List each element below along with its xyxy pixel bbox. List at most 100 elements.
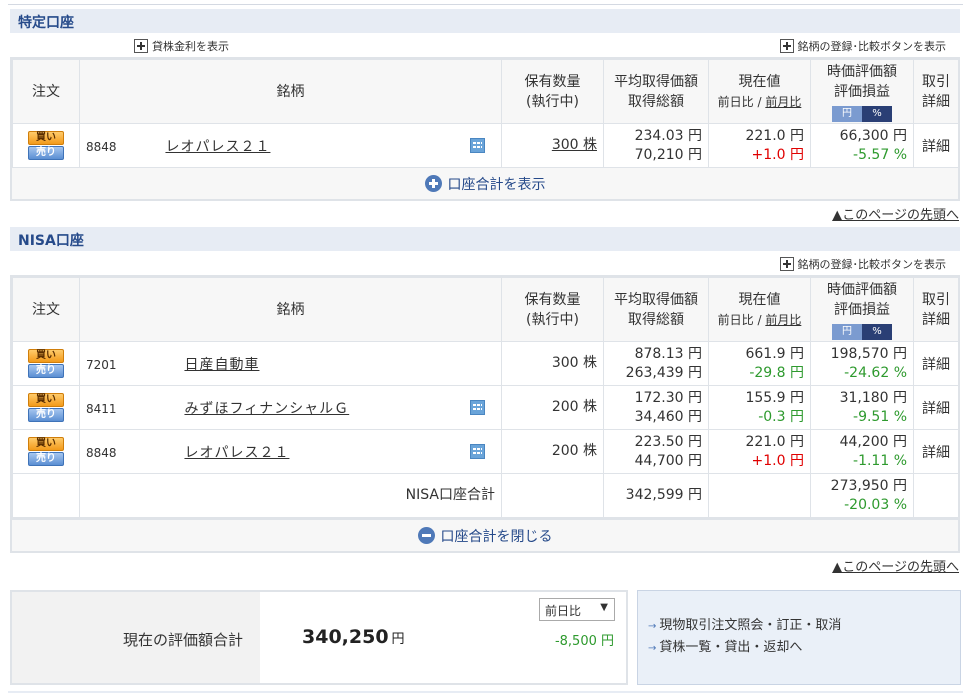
unit-percent-button[interactable]: % — [862, 105, 892, 122]
detail-link[interactable]: 詳細 — [922, 445, 950, 461]
total-label: NISA口座合計 — [79, 473, 502, 518]
total-cost: 70,210 円 — [634, 146, 702, 163]
price-change: +1.0 円 — [751, 146, 804, 163]
col-qty-sub: (執行中) — [526, 311, 579, 328]
nisa-register-toggle[interactable]: 銘柄の登録･比較ボタンを表示 — [779, 256, 946, 272]
name-cell: 8848 レオパレス２１ — [79, 429, 502, 474]
sell-button[interactable]: 売り — [28, 452, 64, 466]
comparison-select-value: 前日比 — [545, 604, 582, 618]
col-price: 現在値 前日比 / 前月比 — [708, 277, 811, 342]
buy-button[interactable]: 買い — [28, 131, 64, 145]
sort-day-change: 前日比 — [717, 312, 754, 327]
stock-name-link[interactable]: みずほフィナンシャルＧ — [184, 401, 349, 417]
calendar-icon[interactable] — [470, 443, 485, 459]
arrow-right-icon: → — [648, 643, 657, 654]
detail-link[interactable]: 詳細 — [922, 401, 950, 417]
detail-cell: 詳細 — [913, 341, 959, 386]
avg-price: 172.30 円 — [634, 389, 702, 406]
hide-account-total-button[interactable]: 口座合計を閉じる — [10, 520, 960, 553]
avg-price: 234.03 円 — [634, 127, 702, 144]
total-market-value: 273,950 円 — [830, 477, 907, 494]
lending-rate-toggle[interactable]: 貸株金利を表示 — [134, 38, 229, 54]
stock-name-link[interactable]: レオパレス２１ — [165, 139, 270, 155]
stock-code: 8411 — [86, 401, 117, 416]
unit-yen-button[interactable]: 円 — [832, 323, 862, 340]
sort-month-change-link[interactable]: 前月比 — [765, 95, 801, 109]
sort-month-change-link[interactable]: 前月比 — [765, 313, 801, 327]
current-price: 155.9 円 — [745, 389, 804, 406]
stock-name-link[interactable]: 日産自動車 — [184, 357, 259, 373]
empty-cell — [708, 473, 811, 518]
sell-button[interactable]: 売り — [28, 364, 64, 378]
unit-percent-button[interactable]: % — [862, 323, 892, 340]
page-top-link[interactable]: ▲このページの先頭へ — [832, 204, 959, 223]
col-name: 銘柄 — [79, 59, 502, 124]
tokutei-register-toggle[interactable]: 銘柄の登録･比較ボタンを表示 — [779, 38, 946, 54]
sell-button[interactable]: 売り — [28, 408, 64, 422]
calendar-icon[interactable] — [470, 399, 485, 415]
total-cost: 44,700 円 — [634, 452, 702, 469]
sell-button[interactable]: 売り — [28, 146, 64, 160]
buy-button[interactable]: 買い — [28, 349, 64, 363]
top-rule — [8, 4, 963, 5]
value-cell: 31,180 円 -9.51 % — [810, 385, 914, 430]
col-pl-label: 評価損益 — [834, 301, 890, 318]
value-cell: 198,570 円 -24.62 % — [810, 341, 914, 386]
buy-button[interactable]: 買い — [28, 437, 64, 451]
col-avg-sub: 取得総額 — [628, 93, 684, 110]
separator: / — [753, 312, 766, 327]
comparison-select[interactable]: 前日比 ▼ — [539, 598, 615, 621]
detail-cell: 詳細 — [913, 429, 959, 474]
price-cell: 155.9 円 -0.3 円 — [708, 385, 811, 430]
qty-cell: 200 株 — [501, 429, 604, 474]
col-detail: 取引 詳細 — [913, 59, 959, 124]
table-row: 買い 売り 8848 レオパレス２１ 300 株 234.03 円 70,210… — [12, 123, 959, 168]
show-account-total-button[interactable]: 口座合計を表示 — [10, 168, 960, 201]
order-inquiry-link[interactable]: → 現物取引注文照会・訂正・取消 — [648, 615, 960, 637]
current-price: 661.9 円 — [745, 345, 804, 362]
nisa-section-title: NISA口座 — [10, 227, 960, 251]
detail-link[interactable]: 詳細 — [922, 357, 950, 373]
stock-lending-link[interactable]: → 貸株一覧・貸出・返却へ — [648, 637, 960, 659]
qty-link[interactable]: 300 株 — [552, 137, 597, 153]
stock-code: 8848 — [86, 445, 117, 460]
avg-cell: 223.50 円 44,700 円 — [603, 429, 709, 474]
stock-code: 7201 — [86, 357, 117, 372]
lending-rate-toggle-label: 貸株金利を表示 — [152, 40, 229, 53]
total-cost: 263,439 円 — [625, 364, 702, 381]
yen-unit: 円 — [391, 632, 405, 647]
show-account-total-label: 口座合計を表示 — [447, 176, 546, 193]
hide-account-total-label: 口座合計を閉じる — [440, 528, 553, 545]
col-detail-label: 取引 — [922, 291, 950, 308]
stock-name-link[interactable]: レオパレス２１ — [184, 445, 289, 461]
qty-cell: 300 株 — [501, 123, 604, 168]
market-value: 44,200 円 — [839, 433, 907, 450]
col-avg: 平均取得価額 取得総額 — [603, 59, 709, 124]
unit-toggle: 円% — [832, 323, 892, 340]
profit-loss: -9.51 % — [853, 408, 907, 425]
qty-cell: 300 株 — [501, 341, 604, 386]
profit-loss: -24.62 % — [844, 364, 907, 381]
market-value: 198,570 円 — [830, 345, 907, 362]
total-valuation-body: 340,250 円 前日比 ▼ -8,500 円 — [260, 592, 626, 683]
market-value: 31,180 円 — [839, 389, 907, 406]
empty-cell — [501, 473, 604, 518]
unit-yen-button[interactable]: 円 — [832, 105, 862, 122]
detail-link[interactable]: 詳細 — [922, 139, 950, 155]
order-inquiry-label: 現物取引注文照会・訂正・取消 — [659, 618, 842, 633]
table-row: 買い 売り 7201 日産自動車 300 株 878.13 円 263,439 … — [12, 341, 959, 386]
profit-loss: -1.11 % — [853, 452, 907, 469]
col-value-label: 時価評価額 — [827, 63, 897, 80]
total-valuation-amount: 340,250 — [302, 626, 389, 648]
buy-button[interactable]: 買い — [28, 393, 64, 407]
page-top-link[interactable]: ▲このページの先頭へ — [832, 556, 959, 575]
col-price-label: 現在値 — [738, 291, 781, 308]
detail-cell: 詳細 — [913, 123, 959, 168]
total-cost: 34,460 円 — [634, 408, 702, 425]
col-qty-label: 保有数量 — [524, 73, 581, 90]
calendar-icon[interactable] — [470, 137, 485, 153]
table-header-row: 注文 銘柄 保有数量 (執行中) 平均取得価額 取得総額 現在値 前日比 / 前… — [12, 277, 959, 342]
col-detail-sub: 詳細 — [922, 311, 950, 328]
total-valuation-label: 現在の評価額合計 — [123, 631, 244, 649]
col-qty: 保有数量 (執行中) — [501, 277, 604, 342]
